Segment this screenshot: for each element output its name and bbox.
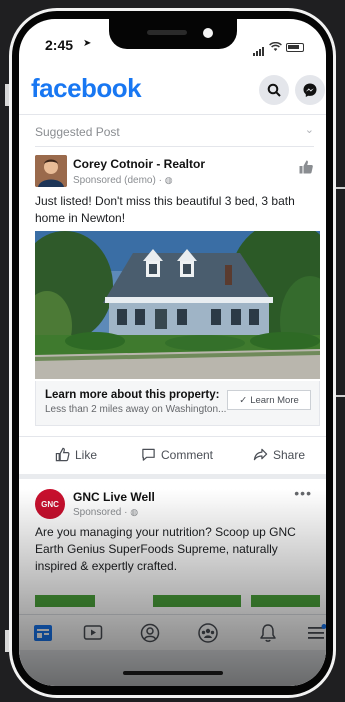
gnc-image-strip-right[interactable] xyxy=(251,595,320,607)
thumbs-up-icon[interactable] xyxy=(298,159,314,180)
post-action-bar-card: Like Comment Share xyxy=(19,436,326,474)
cta-bar[interactable]: Learn more about this property: Less tha… xyxy=(35,381,320,426)
post-text: Just listed! Don't miss this beautiful 3… xyxy=(35,194,295,225)
messenger-button[interactable] xyxy=(295,75,325,105)
watch-icon xyxy=(83,625,103,640)
avatar-photo xyxy=(35,155,67,187)
like-button[interactable]: Like xyxy=(55,447,97,462)
notifications-icon xyxy=(260,624,276,642)
signal-icon xyxy=(253,38,265,56)
notch xyxy=(109,19,237,49)
gnc-logo[interactable]: GNC xyxy=(35,489,65,519)
messenger-icon xyxy=(303,83,317,97)
profile-icon xyxy=(140,623,160,643)
more-options-icon[interactable]: ••• xyxy=(294,485,312,501)
gnc-author-name[interactable]: GNC Live Well xyxy=(73,490,155,504)
speaker xyxy=(147,30,187,35)
post-action-bar: Like Comment Share xyxy=(19,436,326,474)
sponsored-label: Sponsored (demo) · xyxy=(73,175,162,186)
battery-icon xyxy=(286,42,304,52)
tab-groups[interactable] xyxy=(197,623,219,643)
globe-icon: ◍ xyxy=(164,175,173,185)
status-icons xyxy=(253,38,304,56)
facebook-header: facebook xyxy=(19,67,326,115)
search-icon xyxy=(267,83,281,97)
comment-label: Comment xyxy=(161,447,214,462)
bottom-tab-bar xyxy=(19,614,326,650)
tab-profile[interactable] xyxy=(139,623,161,643)
post-author-name[interactable]: Corey Cotnoir - Realtor xyxy=(73,157,205,171)
chevron-down-icon[interactable]: ⌄ xyxy=(305,123,314,136)
gnc-post-card: GNC GNC Live Well Sponsored · ◍ ••• Are … xyxy=(19,479,326,614)
tab-watch[interactable] xyxy=(82,623,104,643)
gnc-post-text: Are you managing your nutrition? Scoop u… xyxy=(35,525,296,573)
groups-icon xyxy=(198,623,218,643)
search-button[interactable] xyxy=(259,75,289,105)
learn-more-label: Learn More xyxy=(250,394,299,406)
status-time: 2:45 xyxy=(45,37,74,53)
menu-icon xyxy=(308,624,326,639)
suggested-post-label: Suggested Post xyxy=(35,125,120,139)
location-icon: ➤ xyxy=(83,38,92,49)
like-icon xyxy=(55,447,70,462)
gnc-sponsored-label: Sponsored · xyxy=(73,507,128,518)
share-button[interactable]: Share xyxy=(253,447,305,462)
check-icon: ✓ xyxy=(239,394,248,406)
home-indicator[interactable] xyxy=(123,671,223,675)
comment-button[interactable]: Comment xyxy=(141,447,213,462)
facebook-logo[interactable]: facebook xyxy=(31,73,142,104)
tab-notifications[interactable] xyxy=(257,623,279,643)
share-label: Share xyxy=(273,447,306,462)
avatar[interactable] xyxy=(35,155,67,187)
gnc-post-meta: Sponsored · ◍ xyxy=(73,507,138,518)
comment-icon xyxy=(142,448,155,461)
learn-more-button[interactable]: ✓ Learn More xyxy=(227,390,311,410)
globe-icon: ◍ xyxy=(130,507,139,517)
tab-news-feed[interactable] xyxy=(32,623,54,643)
camera xyxy=(203,28,213,38)
property-photo[interactable] xyxy=(35,231,320,379)
gnc-image-strip-left[interactable] xyxy=(35,595,95,607)
tab-menu[interactable] xyxy=(305,623,326,643)
gnc-image-strip-mid[interactable] xyxy=(153,595,241,607)
wifi-icon xyxy=(269,42,282,51)
house-image xyxy=(35,231,320,379)
like-label: Like xyxy=(75,447,98,462)
post-meta: Sponsored (demo) · ◍ xyxy=(73,175,173,186)
divider xyxy=(35,146,314,147)
phone-screen: 2:45 ➤ facebook Suggested Post ⌄ Corey C… xyxy=(19,19,326,686)
news-feed-icon xyxy=(34,625,52,641)
share-icon xyxy=(253,448,268,461)
cta-title: Learn more about this property: xyxy=(45,389,220,401)
cta-subtitle: Less than 2 miles away on Washington... xyxy=(45,404,227,415)
